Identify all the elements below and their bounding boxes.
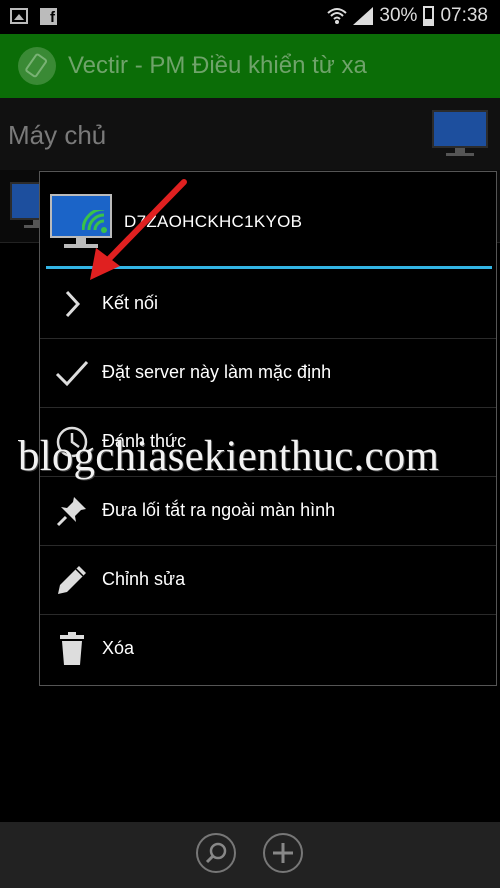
clock-time: 07:38 — [440, 5, 488, 26]
menu-item-edit[interactable]: Chỉnh sửa — [40, 546, 496, 615]
add-server-monitor-icon[interactable] — [432, 110, 488, 156]
menu-item-shortcut[interactable]: Đưa lối tắt ra ngoài màn hình — [40, 477, 496, 546]
server-list-title: Máy chủ — [8, 120, 107, 150]
check-icon — [54, 355, 90, 391]
gallery-notification-icon — [10, 8, 28, 24]
battery-percent: 30% — [379, 5, 418, 26]
app-title: Vectir - PM Điều khiển từ xa — [68, 52, 367, 79]
battery-icon — [423, 6, 435, 26]
menu-item-label: Xóa — [102, 638, 135, 658]
app-bar: Vectir - PM Điều khiển từ xa — [0, 34, 500, 98]
notification-icons: f — [10, 8, 57, 26]
app-logo-icon — [18, 47, 56, 85]
dialog-title: D7ZAOHCKHC1KYOB — [124, 212, 303, 231]
trash-icon — [54, 631, 90, 667]
watermark-text: blogchiasekienthuc.com — [18, 433, 440, 480]
dialog-divider — [46, 266, 492, 269]
menu-item-delete[interactable]: Xóa — [40, 615, 496, 684]
pin-icon — [54, 493, 90, 529]
pencil-icon — [54, 562, 90, 598]
menu-item-label: Chỉnh sửa — [102, 569, 186, 589]
menu-item-connect[interactable]: Kết nối — [40, 270, 496, 339]
menu-item-label: Đặt server này làm mặc định — [102, 362, 332, 382]
server-list-header: Máy chủ — [0, 98, 500, 170]
chevron-right-icon — [54, 286, 90, 322]
status-bar: f 30% 07:38 — [0, 0, 500, 34]
signal-icon — [353, 7, 374, 25]
menu-item-label: Kết nối — [102, 293, 159, 313]
search-button[interactable] — [196, 833, 236, 873]
connected-monitor-icon — [50, 194, 112, 252]
facebook-notification-icon: f — [40, 8, 57, 26]
bottom-bar — [0, 822, 500, 888]
status-indicators: 30% 07:38 — [327, 5, 488, 27]
menu-item-set-default[interactable]: Đặt server này làm mặc định — [40, 339, 496, 408]
plus-icon — [273, 843, 293, 863]
wifi-status-icon — [327, 8, 348, 24]
dialog-header: D7ZAOHCKHC1KYOB — [40, 172, 496, 268]
menu-item-label: Đưa lối tắt ra ngoài màn hình — [102, 500, 336, 520]
server-options-dialog: D7ZAOHCKHC1KYOB Kết nối Đặt server này l… — [39, 171, 497, 686]
search-icon — [205, 842, 227, 864]
add-button[interactable] — [263, 833, 303, 873]
